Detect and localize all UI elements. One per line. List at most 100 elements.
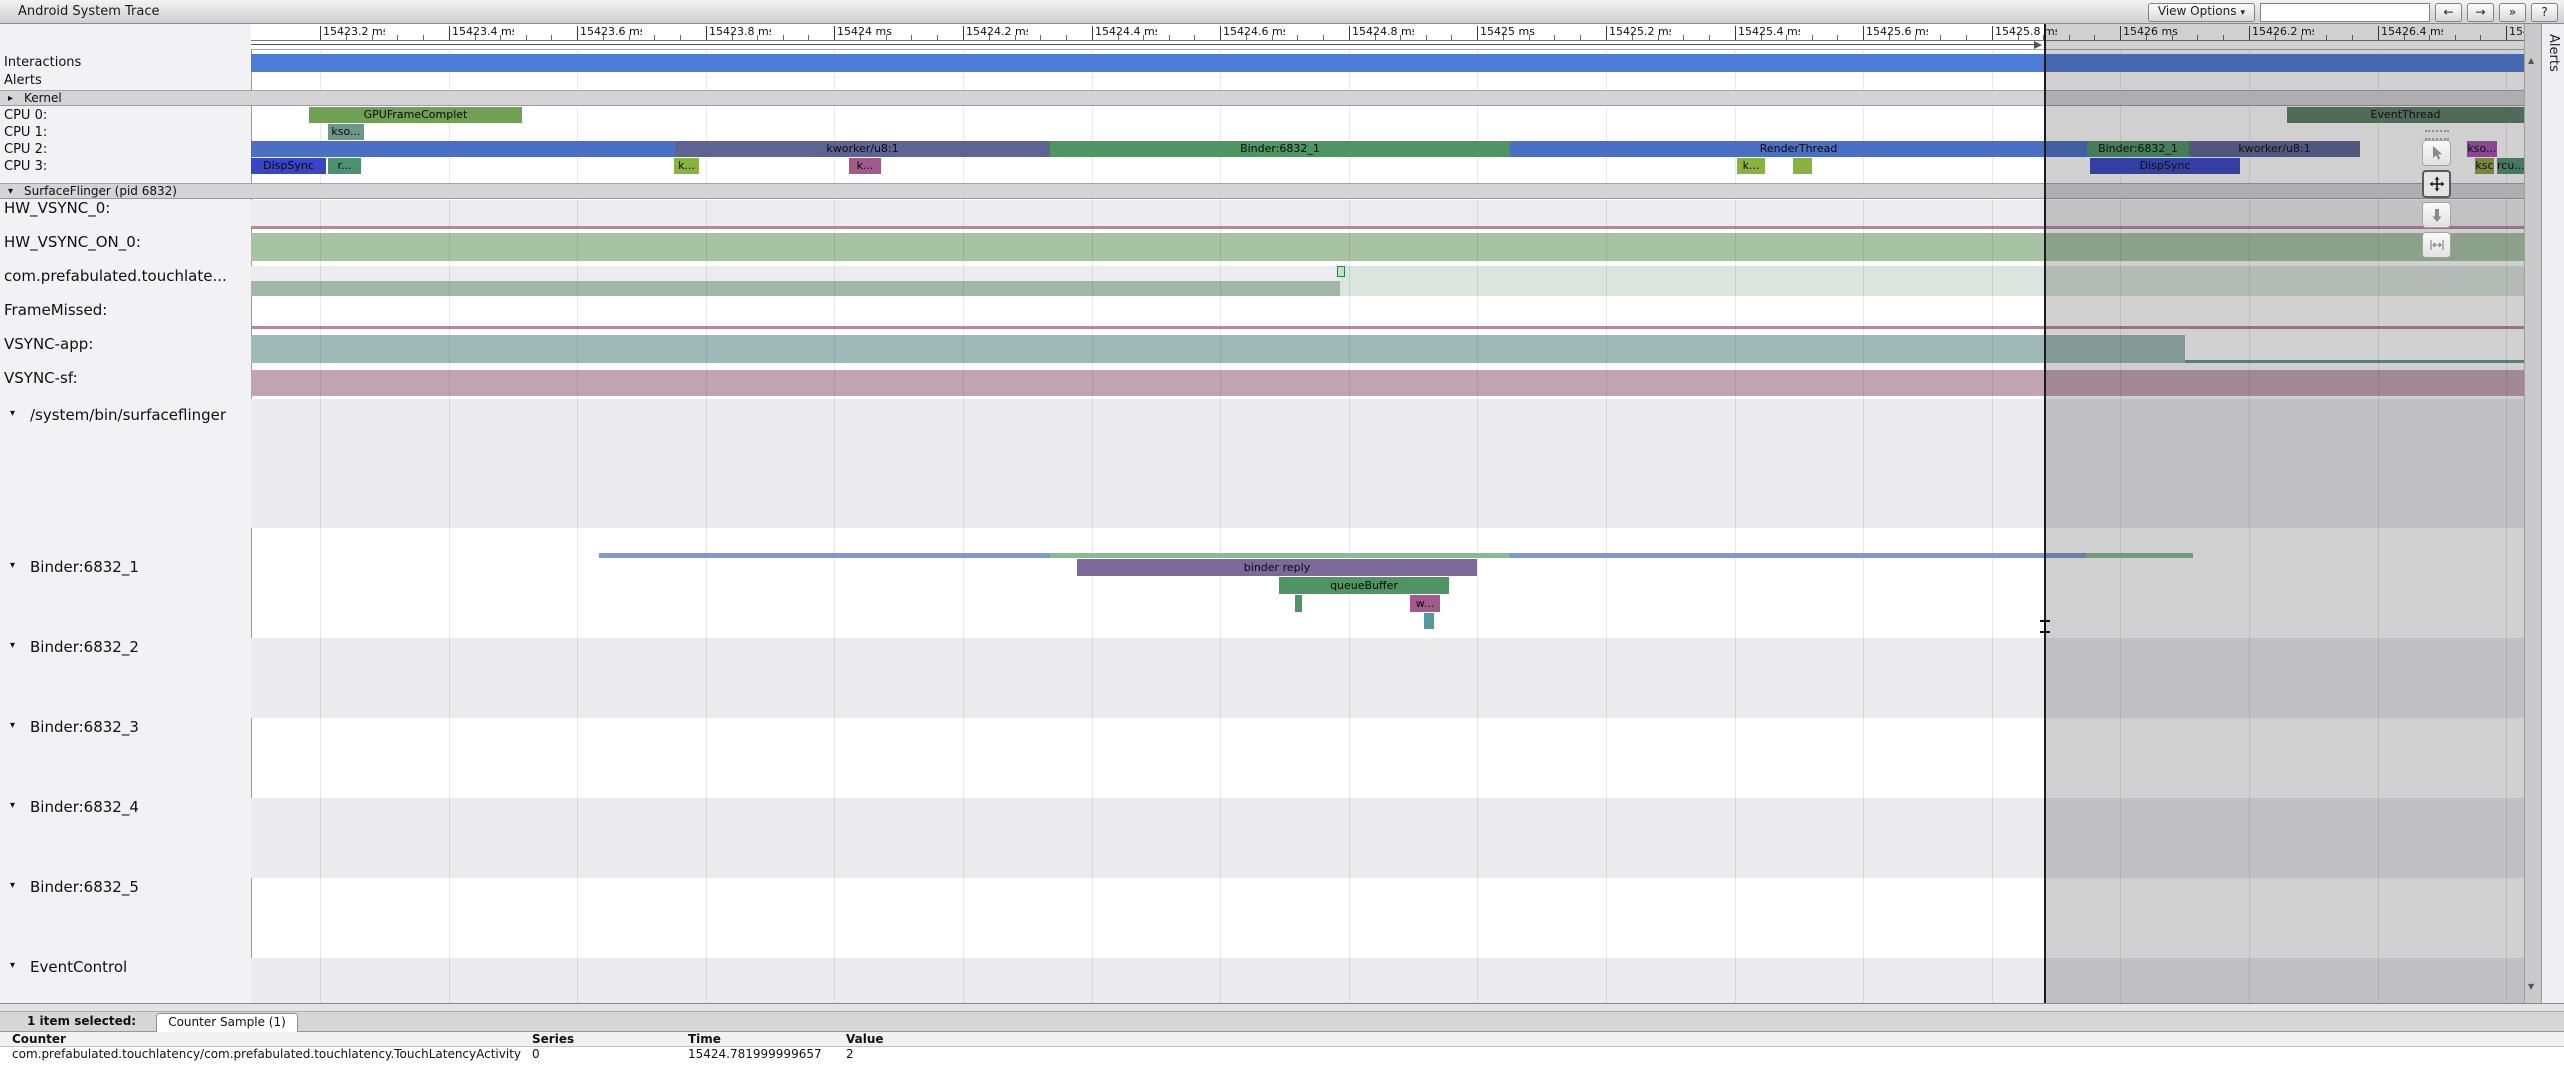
table-column-header: Value	[846, 1032, 1326, 1046]
trace-slice[interactable]: k...	[849, 158, 881, 174]
sidebar-label: VSYNC-app:	[4, 334, 248, 354]
timeline-area[interactable]: GPUFrameCompletEventThreadkso...kworker/…	[0, 0, 2564, 1065]
panel-splitter[interactable]	[0, 1003, 2564, 1012]
scroll-down-icon[interactable]: ▼	[2528, 982, 2534, 991]
sidebar-label: VSYNC-sf:	[4, 368, 248, 388]
ruler-major-tick	[1863, 26, 1864, 40]
counter-band[interactable]	[251, 266, 1340, 281]
ruler-major-tick	[706, 26, 707, 40]
ruler-major-tick	[1735, 26, 1736, 40]
counter-band[interactable]	[251, 281, 1340, 296]
selected-sample-marker[interactable]	[1337, 266, 1345, 277]
pan-scan-button[interactable]	[2422, 170, 2451, 198]
ruler-label: 15424 ms	[837, 25, 899, 38]
ruler-minor-tick	[680, 35, 681, 40]
ruler-minor-tick	[1554, 35, 1555, 40]
disclosure-triangle-icon[interactable]: ▾	[10, 719, 24, 733]
ruler-major-tick	[320, 26, 321, 40]
trace-slice[interactable]	[1295, 595, 1302, 612]
cursor-arrow-icon	[2429, 145, 2445, 161]
ruler-major-tick	[1477, 26, 1478, 40]
ruler-minor-tick	[808, 35, 809, 40]
trace-slice[interactable]: DispSync	[251, 158, 326, 174]
disclosure-triangle-icon[interactable]: ▾	[10, 799, 24, 813]
ruler-label: 15425.6 ms	[1866, 25, 1928, 38]
trace-slice[interactable]	[1050, 553, 1509, 558]
disclosure-triangle-icon[interactable]: ▾	[10, 959, 24, 973]
trace-slice[interactable]: k...	[1737, 158, 1765, 174]
trace-slice[interactable]: GPUFrameComplet	[309, 107, 522, 123]
trace-slice[interactable]: kso...	[328, 124, 364, 140]
ruler-major-tick	[449, 26, 450, 40]
ruler-minor-tick	[1169, 35, 1170, 40]
ruler-minor-tick	[397, 35, 398, 40]
details-table-row[interactable]: com.prefabulated.touchlatency/com.prefab…	[0, 1047, 2564, 1063]
ruler-minor-tick	[526, 35, 527, 40]
sidebar-label[interactable]: Binder:6832_2	[30, 637, 248, 657]
sidebar-label[interactable]: /system/bin/surfaceflinger	[30, 405, 248, 425]
ruler-label: 15424.6 ms	[1223, 25, 1285, 38]
ruler-minor-tick	[1066, 35, 1067, 40]
ruler-major-tick	[577, 26, 578, 40]
trace-slice[interactable]: r...	[328, 158, 361, 174]
out-of-range-overlay	[2044, 24, 2524, 1003]
table-cell[interactable]: com.prefabulated.touchlatency/com.prefab…	[12, 1047, 532, 1061]
selection-cursor-button[interactable]	[2422, 140, 2451, 166]
range-arrow-line	[251, 44, 2034, 45]
sidebar-label[interactable]: Binder:6832_4	[30, 797, 248, 817]
vertical-scrollbar[interactable]: ▲ ▼	[2524, 24, 2541, 1003]
horizontal-zoom-button[interactable]	[2422, 232, 2451, 258]
trace-slice[interactable]: binder reply	[1077, 559, 1477, 576]
trace-slice[interactable]	[1509, 553, 2086, 558]
ruler-minor-tick	[1297, 35, 1298, 40]
sidebar-label: CPU 2:	[4, 141, 248, 159]
trace-slice[interactable]	[1793, 158, 1812, 174]
scroll-down-button[interactable]	[2422, 202, 2451, 228]
trace-slice[interactable]: queueBuffer	[1279, 577, 1449, 594]
ruler-label: 15425.4 ms	[1738, 25, 1800, 38]
trace-slice[interactable]: kworker/u8:1	[675, 141, 1050, 157]
disclosure-triangle-icon[interactable]: ▾	[10, 879, 24, 893]
toolbar-grip-handle[interactable]	[2425, 130, 2449, 140]
details-table-header: CounterSeriesTimeValue	[0, 1032, 2564, 1047]
ruler-minor-tick	[1040, 35, 1041, 40]
sidebar-label[interactable]: Binder:6832_5	[30, 877, 248, 897]
trace-slice[interactable]: w...	[1410, 595, 1440, 612]
ruler-minor-tick	[1837, 35, 1838, 40]
sidebar-label[interactable]: Binder:6832_3	[30, 717, 248, 737]
counter-band[interactable]	[251, 335, 2185, 363]
sidebar-label: Interactions	[4, 54, 248, 72]
ruler-minor-tick	[911, 35, 912, 40]
ruler-label: 15423.2 ms	[323, 25, 385, 38]
disclosure-triangle-icon[interactable]: ▾	[10, 559, 24, 573]
ruler-label: 15423.6 ms	[580, 25, 642, 38]
trace-slice[interactable]: RenderThread	[1510, 141, 2087, 157]
disclosure-triangle-icon[interactable]: ▾	[10, 407, 24, 421]
ruler-minor-tick	[1323, 35, 1324, 40]
table-cell[interactable]: 2	[846, 1047, 1366, 1061]
range-limit-line[interactable]	[2044, 24, 2046, 1003]
trace-slice[interactable]	[1424, 613, 1434, 629]
scroll-up-icon[interactable]: ▲	[2528, 56, 2534, 65]
horizontal-resize-icon	[2429, 237, 2445, 253]
table-column-header: Counter	[12, 1032, 492, 1046]
sidebar-label: CPU 3:	[4, 158, 248, 176]
ruler-minor-tick	[654, 35, 655, 40]
sidebar-label: com.prefabulated.touchlate...	[4, 266, 248, 286]
ruler-minor-tick	[1580, 35, 1581, 40]
disclosure-triangle-icon[interactable]: ▸	[8, 92, 20, 105]
ruler-major-tick	[1349, 26, 1350, 40]
disclosure-triangle-icon[interactable]: ▾	[8, 185, 20, 198]
sidebar-label: HW_VSYNC_ON_0:	[4, 232, 248, 252]
disclosure-triangle-icon[interactable]: ▾	[10, 639, 24, 653]
sidebar-label[interactable]: Binder:6832_1	[30, 557, 248, 577]
trace-slice[interactable]	[599, 553, 1050, 558]
alerts-side-tab[interactable]: Alerts	[2541, 24, 2564, 1003]
android-system-trace-window: Android System Trace View Options▾ ← → »…	[0, 0, 2564, 1065]
trace-slice[interactable]: Binder:6832_1	[1050, 141, 1510, 157]
sidebar-label[interactable]: EventControl	[30, 957, 248, 977]
trace-slice[interactable]	[251, 141, 675, 157]
tab-counter-sample[interactable]: Counter Sample (1)	[156, 1013, 298, 1032]
ruler-minor-tick	[1812, 35, 1813, 40]
trace-slice[interactable]: k...	[674, 158, 699, 174]
